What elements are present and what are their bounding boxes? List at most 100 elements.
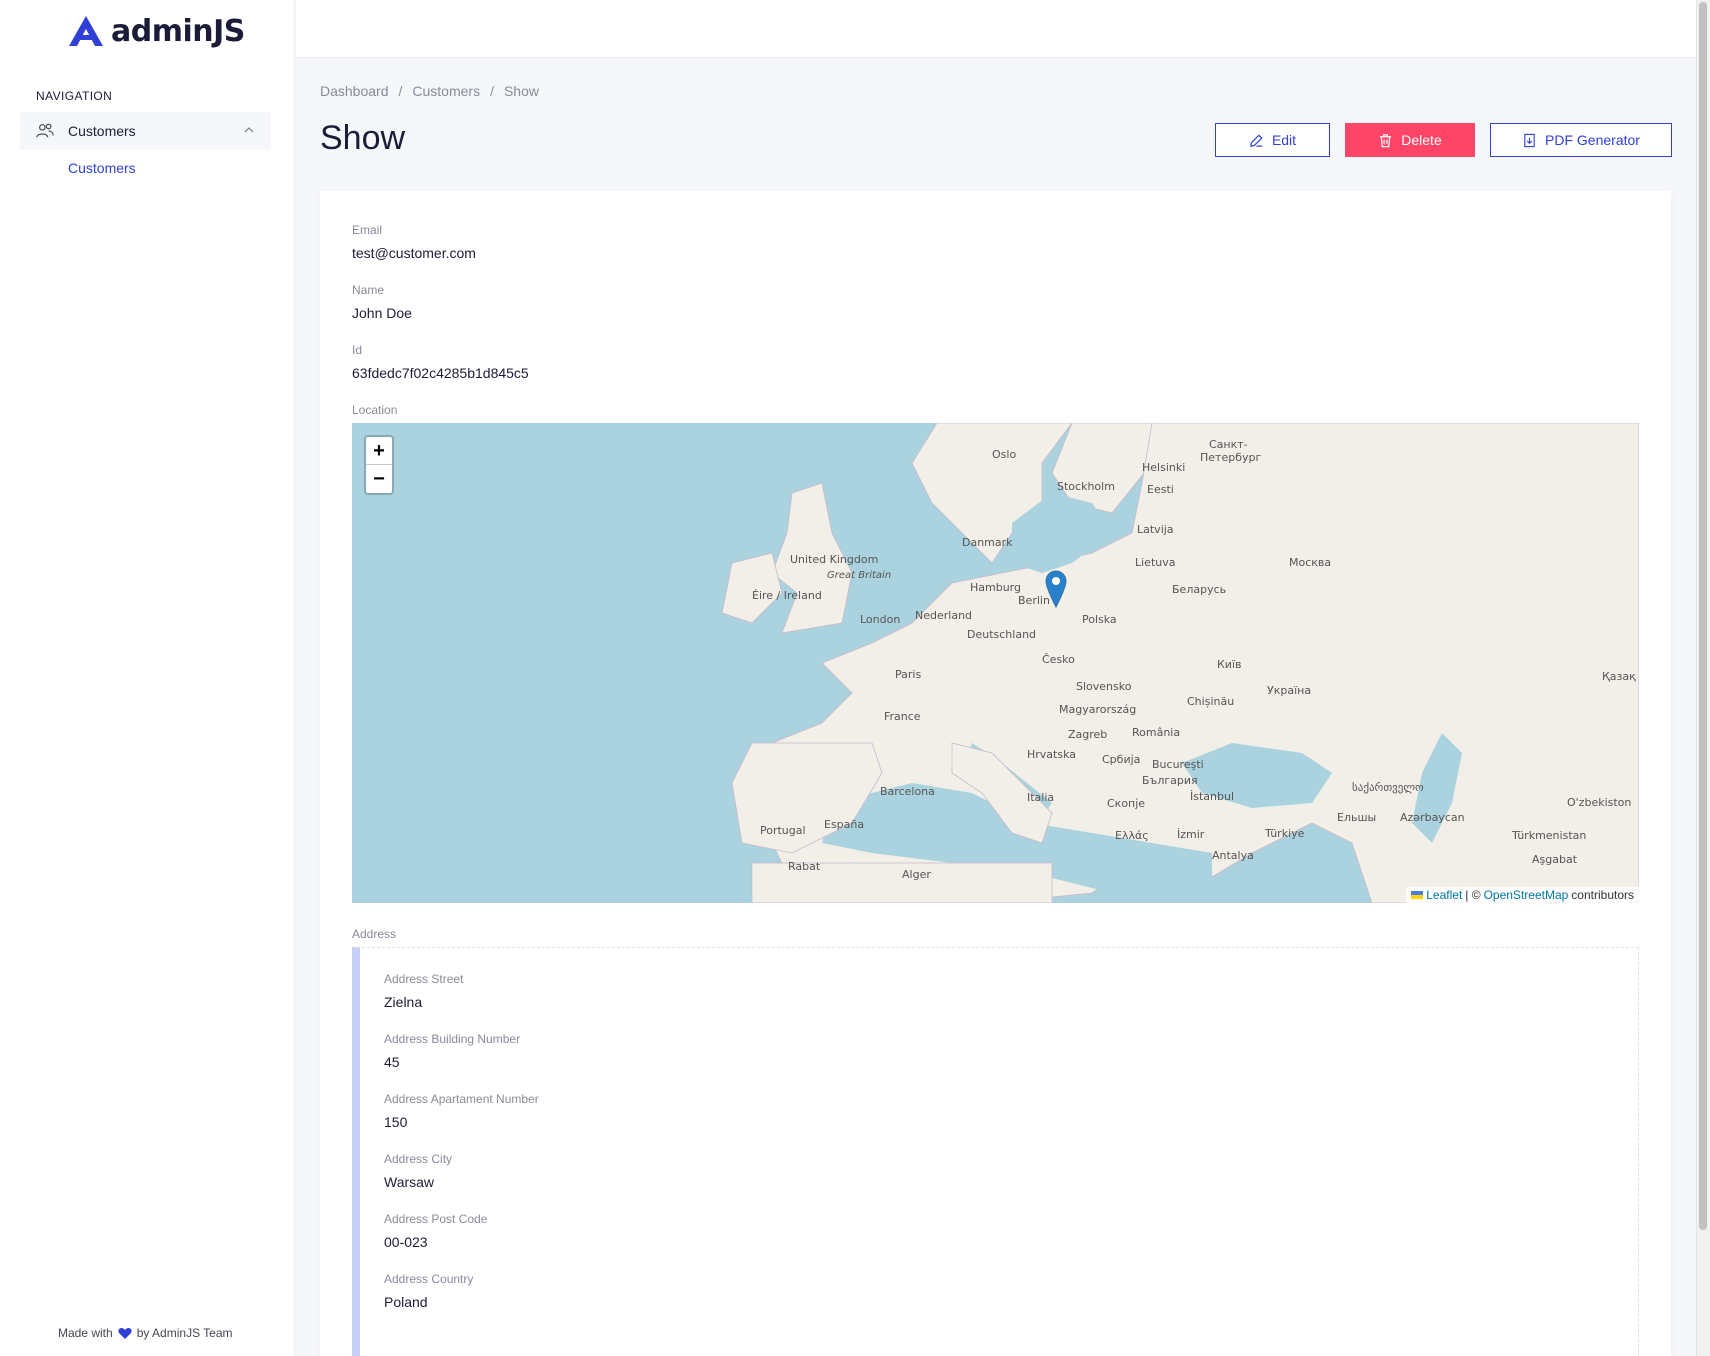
map-label: Helsinki (1142, 461, 1185, 474)
map-label: Danmark (962, 536, 1013, 549)
brand-logo[interactable]: adminJS (69, 10, 245, 52)
address-apartment-value: 150 (384, 1114, 408, 1130)
map-label: London (860, 613, 900, 626)
pdf-button-label: PDF Generator (1545, 132, 1640, 148)
delete-button-label: Delete (1401, 132, 1442, 148)
map-label: Slovensko (1076, 680, 1132, 693)
address-postcode-label: Address Post Code (384, 1212, 488, 1226)
map-label: O'zbekiston (1567, 796, 1631, 809)
breadcrumb-show: Show (503, 83, 539, 99)
delete-button[interactable]: Delete (1345, 123, 1475, 157)
heart-icon (118, 1327, 132, 1339)
leaflet-link[interactable]: Leaflet (1426, 888, 1462, 902)
address-street-field: Address Street Zielna (384, 972, 463, 1010)
map-label: United Kingdom (790, 553, 878, 566)
map-label: Türkmenistan (1511, 829, 1586, 842)
map-label: Петербург (1200, 451, 1261, 464)
map-label: Polska (1082, 613, 1117, 626)
address-city-value: Warsaw (384, 1174, 435, 1190)
breadcrumb-dashboard[interactable]: Dashboard (320, 83, 389, 99)
zoom-in-button[interactable]: + (366, 437, 392, 465)
map-label: France (884, 710, 921, 723)
edit-button[interactable]: Edit (1215, 123, 1330, 157)
sidebar-item-customers[interactable]: Customers (68, 160, 136, 176)
address-postcode-value: 00-023 (384, 1234, 428, 1250)
address-building-field: Address Building Number 45 (384, 1032, 520, 1070)
address-street-label: Address Street (384, 972, 464, 986)
map-label: Deutschland (967, 628, 1036, 641)
map-label: Bucureşti (1152, 758, 1204, 771)
address-city-label: Address City (384, 1152, 453, 1166)
address-field: Address (352, 927, 396, 941)
name-value: John Doe (352, 305, 412, 321)
email-label: Email (352, 223, 383, 237)
map-label: İzmir (1177, 828, 1205, 841)
map-label: Alger (902, 868, 931, 881)
map-label: Қазақ (1602, 670, 1636, 683)
map-label: Hamburg (970, 581, 1021, 594)
address-postcode-field: Address Post Code 00-023 (384, 1212, 487, 1250)
map-label: Санкт- (1209, 438, 1248, 451)
location-map[interactable]: Oslo Stockholm Helsinki Санкт- Петербург… (352, 423, 1639, 903)
map-label: Lietuva (1135, 556, 1176, 569)
sidebar-group-customers[interactable]: Customers (20, 112, 271, 150)
top-bar (296, 0, 1696, 58)
map-label: Magyarország (1059, 703, 1136, 716)
map-label: Latvija (1137, 523, 1174, 536)
id-label: Id (352, 343, 363, 357)
map-label: Azərbaycan (1400, 811, 1465, 824)
map-label: Nederland (915, 609, 972, 622)
users-icon (36, 123, 54, 138)
map-label: España (824, 818, 864, 831)
footer-credit: Made with by AdminJS Team (58, 1326, 233, 1340)
map-label: Zagreb (1068, 728, 1107, 741)
email-value: test@customer.com (352, 245, 476, 261)
map-labels: Oslo Stockholm Helsinki Санкт- Петербург… (752, 438, 1636, 881)
address-street-value: Zielna (384, 994, 423, 1010)
map-label: Türkiye (1264, 827, 1305, 840)
breadcrumb-separator: / (398, 83, 403, 99)
map-label: Berlin (1018, 594, 1050, 607)
map-label: Москва (1289, 556, 1331, 569)
map-label: Скопје (1107, 797, 1145, 810)
map-label: Éire / Ireland (752, 589, 822, 602)
zoom-out-button[interactable]: − (366, 465, 392, 493)
address-country-value: Poland (384, 1294, 428, 1310)
address-building-label: Address Building Number (384, 1032, 521, 1046)
map-label: Portugal (760, 824, 806, 837)
map-label: Ελλάς (1115, 829, 1149, 842)
map-label: Eesti (1147, 483, 1174, 496)
ukraine-flag-icon (1411, 891, 1424, 899)
page-title: Show (320, 119, 406, 157)
pdf-generator-button[interactable]: PDF Generator (1490, 123, 1672, 157)
map-label: Aşgabat (1532, 853, 1578, 866)
map-label: Oslo (992, 448, 1016, 461)
attribution-separator: | © (1465, 888, 1481, 902)
map-label: საქართველო (1352, 781, 1424, 794)
map-zoom-control: + − (364, 435, 394, 495)
chevron-up-icon[interactable] (243, 124, 255, 136)
navigation-heading: NAVIGATION (36, 89, 113, 103)
map-attribution: Leaflet | © OpenStreetMap contributors (1406, 887, 1639, 903)
address-city-field: Address City Warsaw (384, 1152, 452, 1190)
address-building-value: 45 (384, 1054, 400, 1070)
adminjs-logo-icon (69, 16, 103, 46)
id-field: Id 63fdedc7f02c4285b1d845c5 (352, 343, 529, 381)
map-label: Србија (1102, 753, 1140, 766)
pdf-icon (1524, 133, 1535, 147)
map-label: Ельшы (1337, 811, 1376, 824)
map-label: İstanbul (1190, 790, 1234, 803)
scrollbar-thumb[interactable] (1699, 2, 1707, 1230)
trash-icon (1380, 133, 1392, 147)
map-label: Italia (1027, 791, 1054, 804)
breadcrumb-customers[interactable]: Customers (412, 83, 480, 99)
map-label: România (1132, 726, 1180, 739)
sidebar: adminJS NAVIGATION Customers Customers M… (0, 0, 295, 1356)
address-apartment-field: Address Apartament Number 150 (384, 1092, 539, 1130)
location-label: Location (352, 403, 398, 417)
map-label: Paris (895, 668, 921, 681)
openstreetmap-link[interactable]: OpenStreetMap (1484, 888, 1569, 902)
map-label: Київ (1217, 658, 1242, 671)
map-label: Chișinău (1187, 695, 1234, 708)
footer-prefix: Made with (58, 1326, 113, 1340)
